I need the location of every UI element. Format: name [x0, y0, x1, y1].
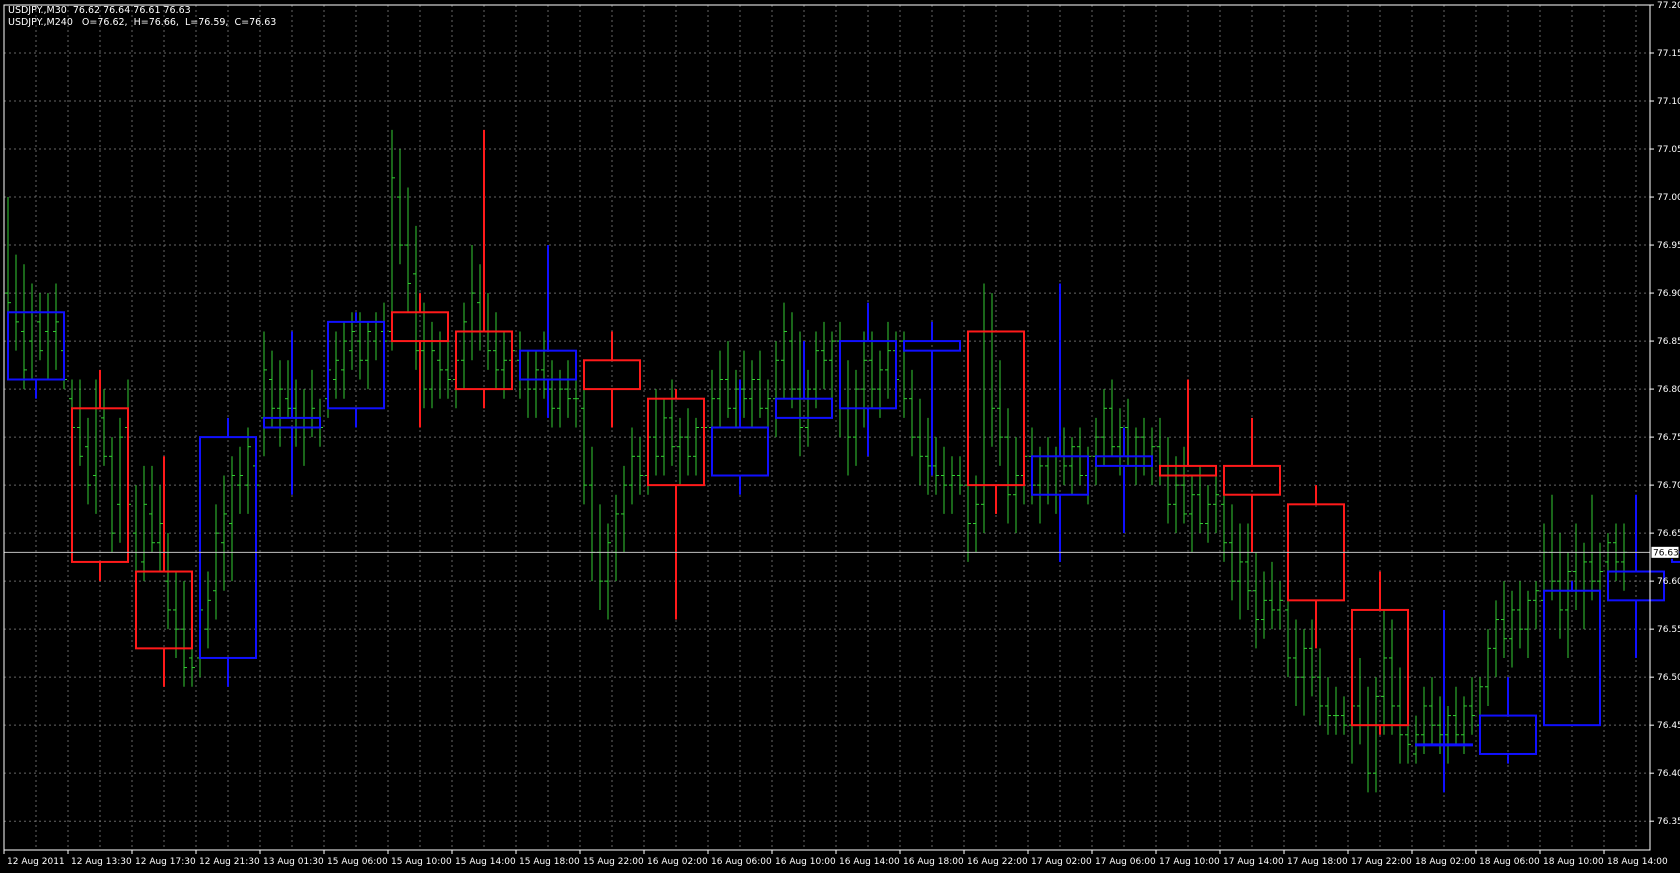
y-tick-label: 76.50	[1657, 673, 1680, 683]
y-tick-label: 77.20	[1657, 1, 1680, 11]
y-tick-label: 76.55	[1657, 625, 1680, 635]
x-tick-label: 17 Aug 14:00	[1223, 857, 1284, 867]
y-tick-label: 77.00	[1657, 193, 1680, 203]
x-tick-label: 16 Aug 02:00	[647, 857, 708, 867]
h4-candle-body	[1415, 743, 1473, 747]
x-tick-label: 12 Aug 13:30	[71, 857, 132, 867]
x-tick-label: 18 Aug 14:00	[1607, 857, 1668, 867]
y-tick-label: 76.90	[1657, 289, 1680, 299]
y-tick-label: 77.15	[1657, 49, 1680, 59]
x-tick-label: 12 Aug 2011	[7, 857, 65, 867]
chart-area[interactable]: 76.63 77.20 77.15 77.10 77.05 77.00 76.95 76.9…	[0, 0, 1680, 869]
x-tick-label: 17 Aug 02:00	[1031, 857, 1092, 867]
x-tick-label: 12 Aug 21:30	[199, 857, 260, 867]
x-tick-label: 16 Aug 10:00	[775, 857, 836, 867]
y-tick-label: 76.70	[1657, 481, 1680, 491]
y-tick-label: 76.60	[1657, 577, 1680, 587]
x-tick-label: 15 Aug 06:00	[327, 857, 388, 867]
x-tick-label: 16 Aug 18:00	[903, 857, 964, 867]
y-tick-label: 76.80	[1657, 385, 1680, 395]
x-tick-label: 16 Aug 14:00	[839, 857, 900, 867]
y-tick-label: 76.85	[1657, 337, 1680, 347]
x-tick-label: 17 Aug 10:00	[1159, 857, 1220, 867]
x-tick-label: 17 Aug 18:00	[1287, 857, 1348, 867]
x-tick-label: 15 Aug 22:00	[583, 857, 644, 867]
y-tick-label: 76.75	[1657, 433, 1680, 443]
x-tick-label: 15 Aug 18:00	[519, 857, 580, 867]
x-tick-label: 12 Aug 17:30	[135, 857, 196, 867]
x-tick-label: 15 Aug 10:00	[391, 857, 452, 867]
x-tick-label: 18 Aug 06:00	[1479, 857, 1540, 867]
x-tick-label: 16 Aug 22:00	[967, 857, 1028, 867]
x-tick-label: 16 Aug 06:00	[711, 857, 772, 867]
y-tick-label: 76.35	[1657, 817, 1680, 827]
y-tick-label: 76.40	[1657, 769, 1680, 779]
price-chart[interactable]: 76.63 77.20 77.15 77.10 77.05 77.00 76.95 76.9…	[0, 0, 1680, 869]
x-tick-label: 18 Aug 10:00	[1543, 857, 1604, 867]
y-tick-label: 76.65	[1657, 529, 1680, 539]
y-tick-label: 77.05	[1657, 145, 1680, 155]
y-tick-label: 77.10	[1657, 97, 1680, 107]
x-tick-label: 18 Aug 02:00	[1415, 857, 1476, 867]
chart-header-m30: USDJPY.,M30 76.62 76.64 76.61 76.63	[8, 5, 191, 16]
y-tick-label: 76.45	[1657, 721, 1680, 731]
chart-header-h4: USDJPY.,M240 O=76.62, H=76.66, L=76.59, …	[8, 17, 277, 28]
y-tick-label: 76.95	[1657, 241, 1680, 251]
current-price-label: 76.63	[1653, 548, 1679, 558]
x-tick-label: 17 Aug 22:00	[1351, 857, 1412, 867]
x-tick-label: 17 Aug 06:00	[1095, 857, 1156, 867]
x-tick-label: 13 Aug 01:30	[263, 857, 324, 867]
x-tick-label: 15 Aug 14:00	[455, 857, 516, 867]
